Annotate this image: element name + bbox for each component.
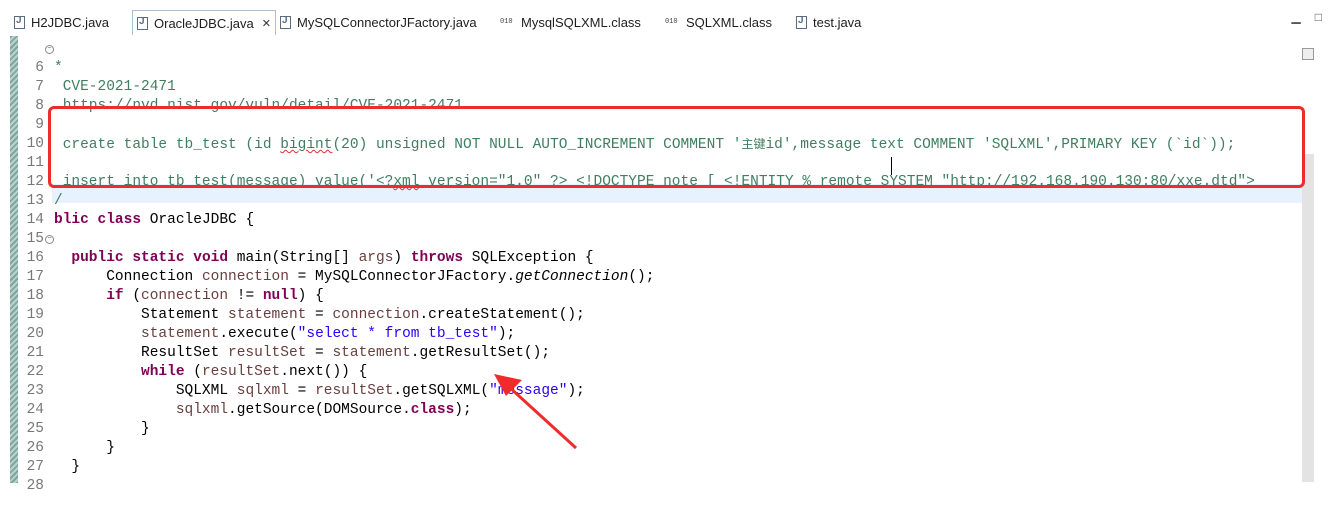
tab-label: MysqlSQLXML.class: [521, 14, 641, 30]
minimize-icon[interactable]: ▁: [1292, 10, 1301, 24]
tab-oraclejdbc[interactable]: OracleJDBC.java ✕: [132, 10, 276, 35]
tab-label: SQLXML.class: [686, 14, 772, 30]
tab-mysqlsqlxml-class[interactable]: MysqlSQLXML.class: [500, 11, 641, 33]
window-controls: ▁ □: [1292, 10, 1322, 24]
tab-label: MySQLConnectorJFactory.java: [297, 14, 477, 30]
class-file-icon: [665, 15, 680, 29]
java-file-icon: [796, 15, 807, 29]
java-file-icon: [14, 15, 25, 29]
red-arrow-annotation: [494, 374, 578, 450]
java-file-icon: [280, 15, 291, 29]
tab-label: OracleJDBC.java: [154, 15, 254, 31]
tab-label: test.java: [813, 14, 862, 30]
tab-mysqlconnectorjfactory[interactable]: MySQLConnectorJFactory.java: [280, 11, 477, 33]
java-file-icon: [137, 16, 148, 30]
tab-h2jdbc[interactable]: H2JDBC.java: [14, 11, 109, 33]
class-file-icon: [500, 15, 515, 29]
tab-label: H2JDBC.java: [31, 14, 110, 30]
editor-tab-bar: H2JDBC.java OracleJDBC.java ✕ MySQLConne…: [0, 0, 1330, 36]
tab-test-java[interactable]: test.java: [796, 11, 861, 33]
maximize-icon[interactable]: □: [1315, 10, 1322, 24]
close-tab-icon[interactable]: ✕: [262, 17, 271, 30]
code-editor[interactable]: 6− * 7 CVE-2021-2471 8 https://nvd.nist.g…: [0, 36, 1330, 494]
tab-sqlxml-class[interactable]: SQLXML.class: [665, 11, 772, 33]
